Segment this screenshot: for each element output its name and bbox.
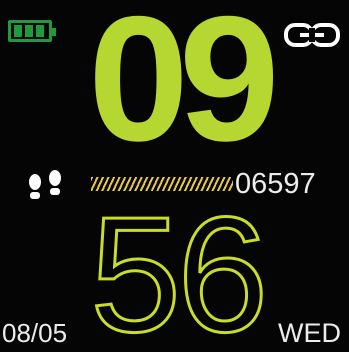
- watch-face: 09 06597 56 08/05 WED: [0, 0, 349, 352]
- hour-display: 09: [88, 0, 280, 178]
- battery-bar: [25, 25, 33, 37]
- footsteps-icon: [29, 170, 61, 199]
- minute-display: 56: [88, 183, 269, 352]
- link-icon: [284, 23, 340, 47]
- battery-bar: [36, 25, 44, 37]
- date-label: 08/05: [2, 318, 68, 348]
- battery-icon: [8, 20, 56, 42]
- weekday-label: WED: [278, 318, 341, 348]
- battery-cap: [52, 28, 56, 36]
- battery-bar: [14, 25, 22, 37]
